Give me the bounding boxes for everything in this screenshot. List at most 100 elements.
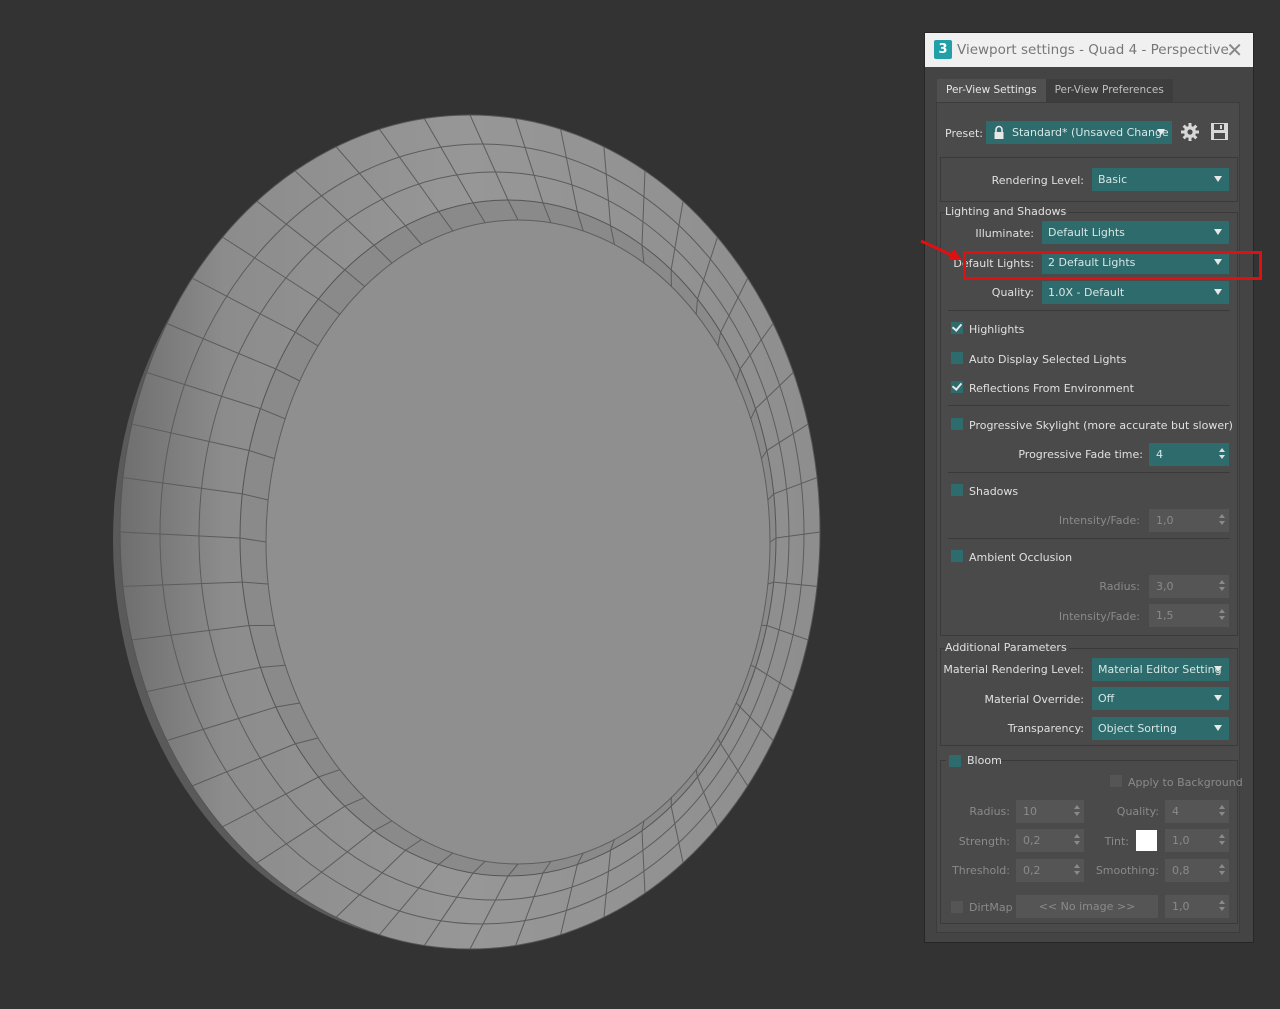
- highlights-checkbox[interactable]: [951, 322, 963, 334]
- transparency-dropdown[interactable]: Object Sorting: [1092, 717, 1229, 740]
- preset-value: Standard* (Unsaved Change: [1012, 126, 1169, 139]
- bloom-smoothing-label: Smoothing:: [1095, 864, 1159, 877]
- ambient-occlusion-label: Ambient Occlusion: [969, 551, 1073, 564]
- divider: [948, 472, 1230, 473]
- bloom-smoothing-spinner[interactable]: 0,8: [1165, 859, 1229, 882]
- annotation-arrow-icon: [920, 239, 962, 260]
- tab-per-view-settings[interactable]: Per-View Settings: [937, 79, 1046, 103]
- quality-dropdown[interactable]: 1.0X - Default: [1042, 281, 1229, 304]
- divider: [948, 405, 1230, 406]
- ao-intensity-spinner[interactable]: 1,5: [1149, 604, 1229, 627]
- bloom-label: Bloom: [967, 754, 1002, 767]
- lighting-group-title: Lighting and Shadows: [945, 205, 1069, 218]
- spinner-arrows-icon[interactable]: [1219, 608, 1225, 622]
- reflections-checkbox[interactable]: [951, 381, 963, 393]
- auto-display-checkbox[interactable]: [951, 352, 963, 364]
- auto-display-label: Auto Display Selected Lights: [969, 353, 1127, 366]
- bloom-radius-spinner[interactable]: 10: [1016, 800, 1084, 823]
- bloom-threshold-value: 0,2: [1023, 864, 1041, 877]
- shadow-intensity-value: 1,0: [1156, 514, 1174, 527]
- ao-radius-spinner[interactable]: 3,0: [1149, 575, 1229, 598]
- fade-time-label: Progressive Fade time:: [1018, 448, 1143, 461]
- lock-icon: [994, 125, 1004, 139]
- bloom-tint-spinner[interactable]: 1,0: [1165, 829, 1229, 852]
- tint-color-swatch[interactable]: [1136, 830, 1157, 851]
- divider: [948, 310, 1230, 311]
- shadow-intensity-spinner[interactable]: 1,0: [1149, 509, 1229, 532]
- chevron-down-icon: [1214, 176, 1222, 182]
- shadows-label: Shadows: [969, 485, 1019, 498]
- shadows-checkbox[interactable]: [951, 484, 963, 496]
- coin-mesh: [113, 114, 821, 950]
- 3dsmax-app-icon: 3: [934, 40, 952, 59]
- material-rendering-label: Material Rendering Level:: [943, 663, 1084, 676]
- dirtmap-spinner[interactable]: 1,0: [1165, 895, 1229, 918]
- quality-label: Quality:: [991, 286, 1034, 299]
- rendering-level-value: Basic: [1098, 173, 1128, 186]
- spinner-arrows-icon[interactable]: [1074, 833, 1080, 847]
- ao-radius-label: Radius:: [1099, 580, 1140, 593]
- bloom-threshold-spinner[interactable]: 0,2: [1016, 859, 1084, 882]
- quality-value: 1.0X - Default: [1048, 286, 1125, 299]
- chevron-down-icon: [1214, 666, 1222, 672]
- chevron-down-icon: [1214, 725, 1222, 731]
- material-override-label: Material Override:: [984, 693, 1084, 706]
- spinner-arrows-icon[interactable]: [1219, 447, 1225, 461]
- material-override-dropdown[interactable]: Off: [1092, 687, 1229, 710]
- dirtmap-label: DirtMap: [969, 901, 1013, 914]
- dirtmap-value: 1,0: [1172, 900, 1190, 913]
- transparency-label: Transparency:: [1007, 722, 1084, 735]
- bloom-radius-value: 10: [1023, 805, 1037, 818]
- material-override-value: Off: [1098, 692, 1115, 705]
- illuminate-value: Default Lights: [1048, 226, 1125, 239]
- ao-radius-value: 3,0: [1156, 580, 1174, 593]
- spinner-arrows-icon[interactable]: [1219, 579, 1225, 593]
- apply-background-label: Apply to Background: [1128, 776, 1243, 789]
- preset-dropdown[interactable]: Standard* (Unsaved Change: [986, 121, 1172, 144]
- progressive-skylight-label: Progressive Skylight (more accurate but …: [969, 419, 1233, 432]
- material-rendering-value: Material Editor Setting: [1098, 663, 1222, 676]
- spinner-arrows-icon[interactable]: [1074, 804, 1080, 818]
- bloom-quality-label: Quality:: [1116, 805, 1159, 818]
- spinner-arrows-icon[interactable]: [1219, 899, 1225, 913]
- fade-time-value: 4: [1156, 448, 1163, 461]
- tab-per-view-preferences[interactable]: Per-View Preferences: [1045, 79, 1173, 103]
- spinner-arrows-icon[interactable]: [1074, 863, 1080, 877]
- ambient-occlusion-checkbox[interactable]: [951, 550, 963, 562]
- bloom-checkbox[interactable]: [949, 755, 961, 767]
- ao-intensity-value: 1,5: [1156, 609, 1174, 622]
- fade-time-spinner[interactable]: 4: [1149, 443, 1229, 466]
- chevron-down-icon: [1214, 695, 1222, 701]
- divider: [948, 538, 1230, 539]
- dirtmap-image-button[interactable]: << No image >>: [1016, 895, 1158, 918]
- transparency-value: Object Sorting: [1098, 722, 1177, 735]
- chevron-down-icon: [1214, 289, 1222, 295]
- close-icon[interactable]: ✕: [1226, 38, 1243, 62]
- spinner-arrows-icon[interactable]: [1219, 804, 1225, 818]
- material-rendering-dropdown[interactable]: Material Editor Setting: [1092, 658, 1229, 681]
- gear-icon[interactable]: [1180, 122, 1200, 142]
- bloom-tint-label: Tint:: [1104, 835, 1129, 848]
- spinner-arrows-icon[interactable]: [1219, 863, 1225, 877]
- annotation-highlight-box: [963, 251, 1262, 280]
- bloom-threshold-label: Threshold:: [952, 864, 1010, 877]
- chevron-down-icon: [1214, 229, 1222, 235]
- illuminate-dropdown[interactable]: Default Lights: [1042, 221, 1229, 244]
- dialog-titlebar[interactable]: 3 Viewport settings - Quad 4 - Perspecti…: [925, 33, 1253, 67]
- bloom-smoothing-value: 0,8: [1172, 864, 1190, 877]
- tab-bar: Per-View Settings Per-View Preferences: [937, 79, 1173, 103]
- progressive-skylight-checkbox[interactable]: [951, 418, 963, 430]
- preset-label: Preset:: [945, 127, 984, 140]
- dirtmap-checkbox[interactable]: [951, 901, 963, 913]
- rendering-level-dropdown[interactable]: Basic: [1092, 168, 1229, 191]
- bloom-quality-value: 4: [1172, 805, 1179, 818]
- additional-group-title: Additional Parameters: [945, 641, 1069, 654]
- bloom-tint-value: 1,0: [1172, 834, 1190, 847]
- apply-background-checkbox[interactable]: [1110, 775, 1122, 787]
- spinner-arrows-icon[interactable]: [1219, 833, 1225, 847]
- spinner-arrows-icon[interactable]: [1219, 513, 1225, 527]
- chevron-down-icon: [1157, 129, 1165, 135]
- bloom-quality-spinner[interactable]: 4: [1165, 800, 1229, 823]
- bloom-strength-spinner[interactable]: 0,2: [1016, 829, 1084, 852]
- save-icon[interactable]: [1210, 122, 1229, 141]
